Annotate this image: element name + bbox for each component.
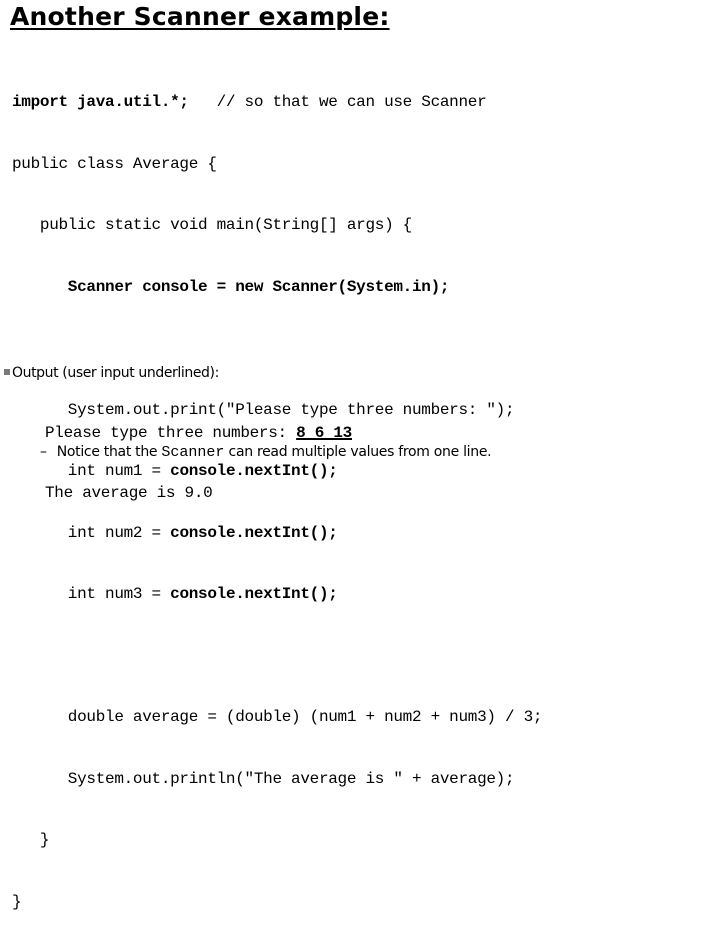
output-heading-text: Output (user input underlined): bbox=[12, 365, 219, 381]
note-text-after: can read multiple values from one line. bbox=[224, 444, 492, 460]
num2-decl: int num2 = bbox=[12, 523, 171, 542]
code-line-average: double average = (double) (num1 + num2 +… bbox=[12, 708, 543, 726]
import-statement: import java.util.*; bbox=[12, 93, 189, 111]
code-line-blank-2 bbox=[12, 646, 542, 667]
num3-decl: int num3 = bbox=[12, 585, 171, 603]
code-line-import: import java.util.*; // so that we can us… bbox=[12, 92, 542, 113]
output-prompt-line: Please type three numbers: 8 6 13 bbox=[45, 423, 352, 443]
import-comment: // so that we can use Scanner bbox=[188, 93, 487, 111]
code-line-num3: int num3 = console.nextInt(); bbox=[12, 584, 542, 605]
output-result-line: The average is 9.0 bbox=[45, 484, 213, 502]
output-heading: Output (user input underlined): bbox=[4, 365, 219, 381]
dash-bullet-icon: – bbox=[40, 444, 47, 460]
code-line-main: public static void main(String[] args) { bbox=[12, 216, 412, 234]
note-text-before: Notice that the bbox=[56, 444, 162, 460]
code-line-close-class: } bbox=[12, 892, 22, 911]
square-bullet-icon bbox=[4, 369, 10, 375]
user-input: 8 6 13 bbox=[296, 424, 352, 442]
num3-call: console.nextInt(); bbox=[170, 585, 338, 603]
note-code: Scanner bbox=[161, 444, 225, 461]
code-line-println: System.out.println("The average is " + a… bbox=[12, 769, 515, 788]
output-prompt: Please type three numbers: bbox=[45, 424, 297, 442]
code-line-close-method: } bbox=[12, 831, 50, 849]
code-line-class: public class Average { bbox=[12, 154, 217, 173]
code-line-scanner: Scanner console = new Scanner(System.in)… bbox=[12, 277, 450, 296]
note: – Notice that the Scanner can read multip… bbox=[40, 444, 492, 461]
num2-call: console.nextInt(); bbox=[170, 523, 338, 542]
slide-title: Another Scanner example: bbox=[10, 2, 390, 31]
